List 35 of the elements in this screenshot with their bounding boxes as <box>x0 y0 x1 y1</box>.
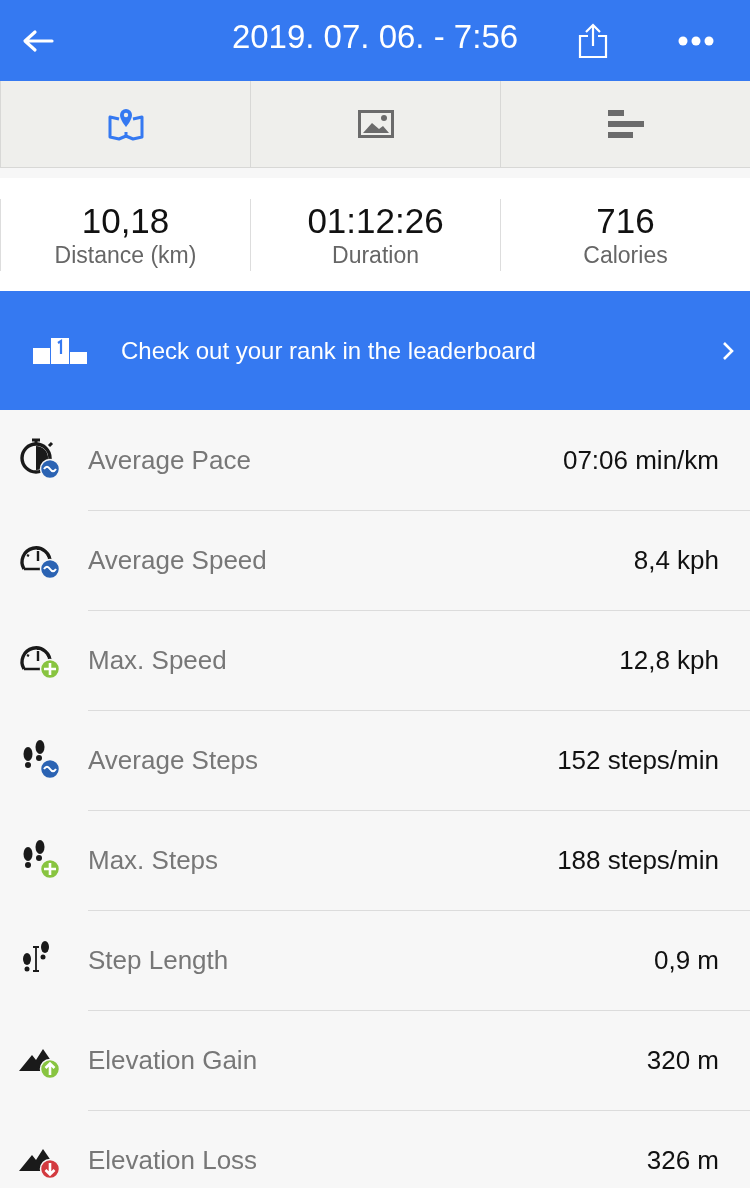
map-pin-icon <box>106 107 145 141</box>
metric-value: 326 m <box>646 1144 719 1176</box>
window-title: 2019. 07. 06. - 7:56 <box>231 18 519 55</box>
stat-label: Calories <box>583 240 668 269</box>
leaderboard-banner[interactable]: Check out your rank in the leaderboard <box>0 291 750 410</box>
metric-value: 188 steps/min <box>557 844 719 876</box>
podium-icon <box>33 337 87 364</box>
metric-label: Average Pace <box>88 444 252 476</box>
back-button[interactable] <box>22 28 54 53</box>
metric-label: Average Steps <box>88 744 260 776</box>
metric-label: Max. Steps <box>88 844 220 876</box>
stat-value: 01:12:26 <box>307 200 444 241</box>
metric-label: Step Length <box>88 944 230 976</box>
chevron-right-icon <box>722 340 734 361</box>
more-button[interactable] <box>678 35 714 46</box>
stat-label: Distance (km) <box>54 240 197 269</box>
back-arrow-icon <box>22 28 54 53</box>
metric-value: 320 m <box>646 1044 719 1076</box>
stat-value: 716 <box>596 200 655 241</box>
metric-value: 12,8 kph <box>619 644 719 676</box>
share-button[interactable] <box>578 22 608 59</box>
more-icon <box>678 35 714 46</box>
stat-label: Duration <box>332 240 419 269</box>
metric-value: 0,9 m <box>653 944 719 976</box>
metric-label: Max. Speed <box>88 644 228 676</box>
metric-label: Elevation Loss <box>88 1144 259 1176</box>
share-icon <box>578 22 608 59</box>
stat-value: 10,18 <box>81 200 170 241</box>
metric-value: 152 steps/min <box>557 744 719 776</box>
metric-value: 07:06 min/km <box>562 444 719 476</box>
image-icon <box>357 110 394 138</box>
bar-chart-icon <box>607 110 644 138</box>
metric-label: Average Speed <box>88 544 268 576</box>
metric-label: Elevation Gain <box>88 1044 259 1076</box>
metric-value: 8,4 kph <box>633 544 719 576</box>
